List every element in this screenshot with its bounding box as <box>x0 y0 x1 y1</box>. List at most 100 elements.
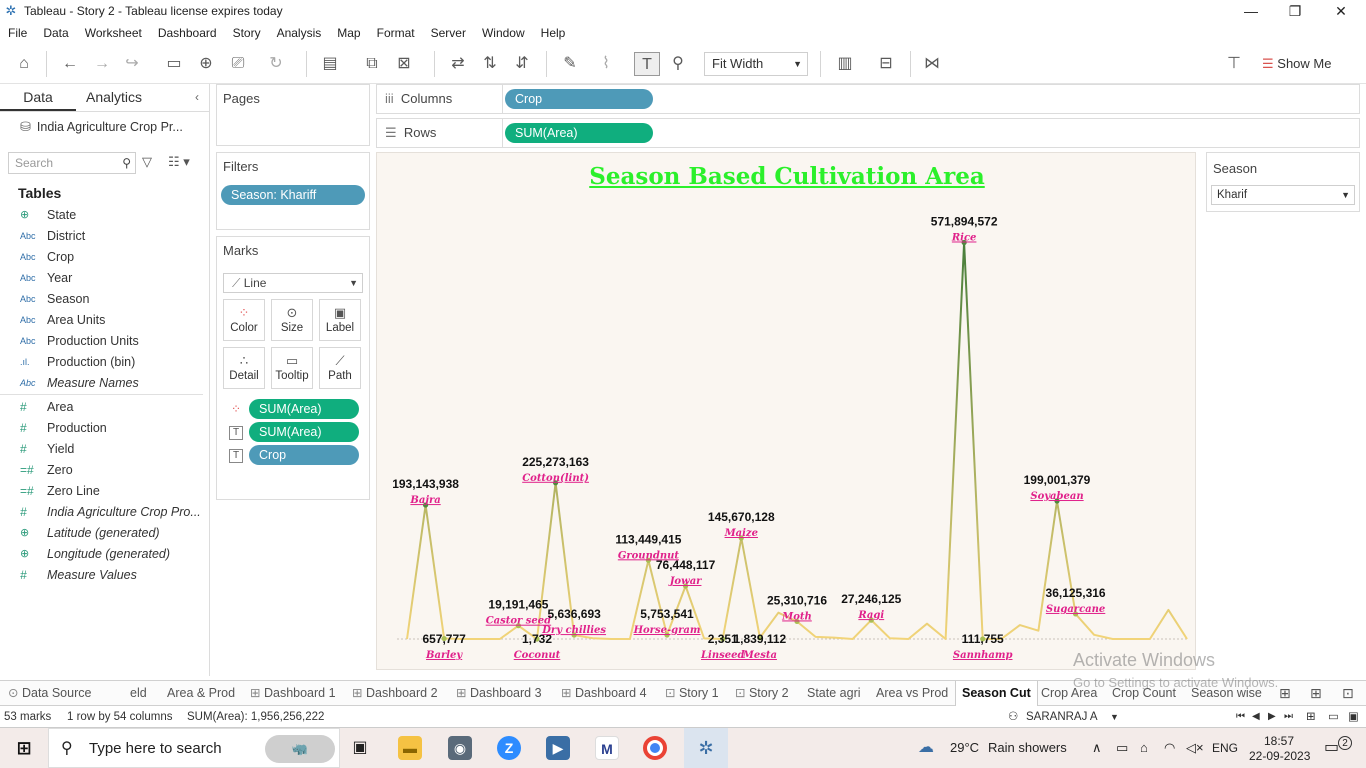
season-dropdown[interactable]: Kharif ▼ <box>1211 185 1355 205</box>
weather-icon[interactable]: ☁ <box>918 728 934 768</box>
detail-button[interactable]: ∴ Detail <box>223 347 265 389</box>
file-explorer-icon[interactable]: ▬ <box>398 736 422 760</box>
clear-sheet-icon[interactable]: ⊠ <box>392 52 416 76</box>
group-members-icon[interactable]: ⌇ <box>594 52 618 76</box>
tab-dashboard[interactable]: ⊞ Dashboard 3 <box>456 681 542 705</box>
field-item[interactable]: Abc Season <box>0 288 209 309</box>
filter-pill-season[interactable]: Season: Khariff <box>221 185 365 205</box>
duplicate-sheet-icon[interactable]: ⧉ <box>360 52 384 76</box>
volume-icon[interactable]: ◁× <box>1186 728 1204 768</box>
field-item[interactable]: # Area <box>0 396 209 417</box>
new-worksheet-icon[interactable]: ⊞ <box>1279 681 1291 705</box>
menu-file[interactable]: File <box>8 26 27 40</box>
new-worksheet-icon[interactable]: ▤ <box>318 52 342 76</box>
tab-sheet[interactable]: Area vs Prod <box>876 681 948 705</box>
marks-pill-label-area[interactable]: SUM(Area) <box>249 422 359 442</box>
color-button[interactable]: ⁘ Color <box>223 299 265 341</box>
collapse-pane-icon[interactable]: ‹ <box>185 84 209 111</box>
sort-descending-icon[interactable]: ⇵ <box>510 52 534 76</box>
columns-shelf[interactable]: iii Columns Crop <box>376 84 1360 114</box>
chevron-up-icon[interactable]: ∧ <box>1092 728 1102 768</box>
battery-icon[interactable]: ▭ <box>1116 728 1128 768</box>
close-button[interactable]: ✕ <box>1318 0 1364 22</box>
rows-pill-area[interactable]: SUM(Area) <box>505 123 653 143</box>
field-item[interactable]: =# Zero <box>0 459 209 480</box>
field-item[interactable]: Abc Measure Names <box>0 372 209 393</box>
sort-ascending-icon[interactable]: ⇅ <box>478 52 502 76</box>
paint-icon[interactable]: ⊤ <box>1222 52 1246 76</box>
field-item[interactable]: # India Agriculture Crop Pro... <box>0 501 209 522</box>
datasource-item[interactable]: ⛁ India Agriculture Crop Pr... <box>0 114 209 140</box>
field-item[interactable]: Abc District <box>0 225 209 246</box>
tab-sheet[interactable]: Area & Prod <box>167 681 235 705</box>
fix-axes-icon[interactable]: ⚲ <box>666 52 690 76</box>
tab-analytics[interactable]: Analytics <box>76 84 152 111</box>
rows-shelf[interactable]: ☰ Rows SUM(Area) <box>376 118 1360 148</box>
path-button[interactable]: ⟋ Path <box>319 347 361 389</box>
menu-help[interactable]: Help <box>541 26 566 40</box>
clock-date[interactable]: 22-09-2023 <box>1249 736 1310 768</box>
field-item[interactable]: Abc Area Units <box>0 309 209 330</box>
field-item[interactable]: ⊕ Longitude (generated) <box>0 543 209 564</box>
weather-temp[interactable]: 29°C <box>950 728 979 768</box>
tabs-view-icon[interactable]: ▣ <box>1348 706 1359 728</box>
presentation-mode-icon[interactable]: ⊟ <box>874 52 898 76</box>
restore-button[interactable]: ❐ <box>1272 0 1318 22</box>
tab-season-cut[interactable]: Season Cut <box>955 681 1038 706</box>
menu-dashboard[interactable]: Dashboard <box>158 26 217 40</box>
menu-format[interactable]: Format <box>377 26 415 40</box>
media-app-icon[interactable]: ▶ <box>546 736 570 760</box>
taskbar-search-box[interactable]: ⚲ Type here to search 🦏 <box>48 728 340 768</box>
menu-map[interactable]: Map <box>337 26 360 40</box>
tab-data[interactable]: Data <box>0 84 76 111</box>
field-item[interactable]: Abc Crop <box>0 246 209 267</box>
show-me-button[interactable]: ☰ Show Me <box>1262 52 1331 76</box>
view-options-icon[interactable]: ☷ ▾ <box>168 154 190 170</box>
weather-desc[interactable]: Rain showers <box>988 728 1067 768</box>
save-icon[interactable]: ▭ <box>162 52 186 76</box>
wifi-icon[interactable]: ◠ <box>1164 728 1175 768</box>
language-indicator[interactable]: ENG <box>1212 728 1238 768</box>
menu-server[interactable]: Server <box>431 26 466 40</box>
undo-icon[interactable]: ← <box>58 52 82 76</box>
field-item[interactable]: ⊕ Latitude (generated) <box>0 522 209 543</box>
highlight-icon[interactable]: ✎ <box>558 52 582 76</box>
field-search-input[interactable]: Search ⚲ <box>8 152 136 174</box>
sheet-sorter-icon[interactable]: ⊞ <box>1306 706 1316 728</box>
menu-analysis[interactable]: Analysis <box>277 26 322 40</box>
field-item[interactable]: =# Zero Line <box>0 480 209 501</box>
tab-sheet[interactable]: State agri <box>807 681 861 705</box>
redo-icon[interactable]: → <box>90 52 114 76</box>
chrome-icon[interactable] <box>643 736 667 760</box>
pause-updates-icon[interactable]: ⎚ <box>226 52 250 76</box>
home-icon[interactable]: ⌂ <box>12 52 36 76</box>
camera-app-icon[interactable]: ◉ <box>448 736 472 760</box>
refresh-icon[interactable]: ↻ <box>264 52 288 76</box>
tableau-taskbar-icon[interactable]: ✲ <box>684 728 728 768</box>
fit-dropdown[interactable]: Fit Width ▼ <box>704 52 808 76</box>
task-view-icon[interactable]: ▣ <box>348 736 372 760</box>
field-item[interactable]: ⊕ State <box>0 204 209 225</box>
menu-window[interactable]: Window <box>482 26 525 40</box>
tooltip-button[interactable]: ▭ Tooltip <box>271 347 313 389</box>
windows-start-icon[interactable]: ⊞ <box>12 736 36 760</box>
field-item[interactable]: Abc Year <box>0 267 209 288</box>
mark-type-dropdown[interactable]: ⟋ Line ▼ <box>223 273 363 293</box>
prev-sheet-icon[interactable]: ◀ <box>1252 706 1260 728</box>
columns-pill-crop[interactable]: Crop <box>505 89 653 109</box>
field-item[interactable]: .ıl. Production (bin) <box>0 351 209 372</box>
minimize-button[interactable]: — <box>1228 0 1274 22</box>
field-item[interactable]: # Yield <box>0 438 209 459</box>
zoom-app-icon[interactable]: Z <box>497 736 521 760</box>
show-mark-labels-icon[interactable]: T <box>634 52 660 76</box>
tab-story[interactable]: ⊡ Story 1 <box>665 681 719 705</box>
menu-story[interactable]: Story <box>233 26 261 40</box>
new-dashboard-icon[interactable]: ⊞ <box>1310 681 1322 705</box>
app-icon[interactable]: M <box>595 736 619 760</box>
size-button[interactable]: ⊙ Size <box>271 299 313 341</box>
new-story-icon[interactable]: ⊡ <box>1342 681 1354 705</box>
pages-card[interactable]: Pages <box>216 84 370 146</box>
menu-data[interactable]: Data <box>43 26 68 40</box>
area-series-line[interactable] <box>406 241 1188 640</box>
label-button[interactable]: ▣ Label <box>319 299 361 341</box>
